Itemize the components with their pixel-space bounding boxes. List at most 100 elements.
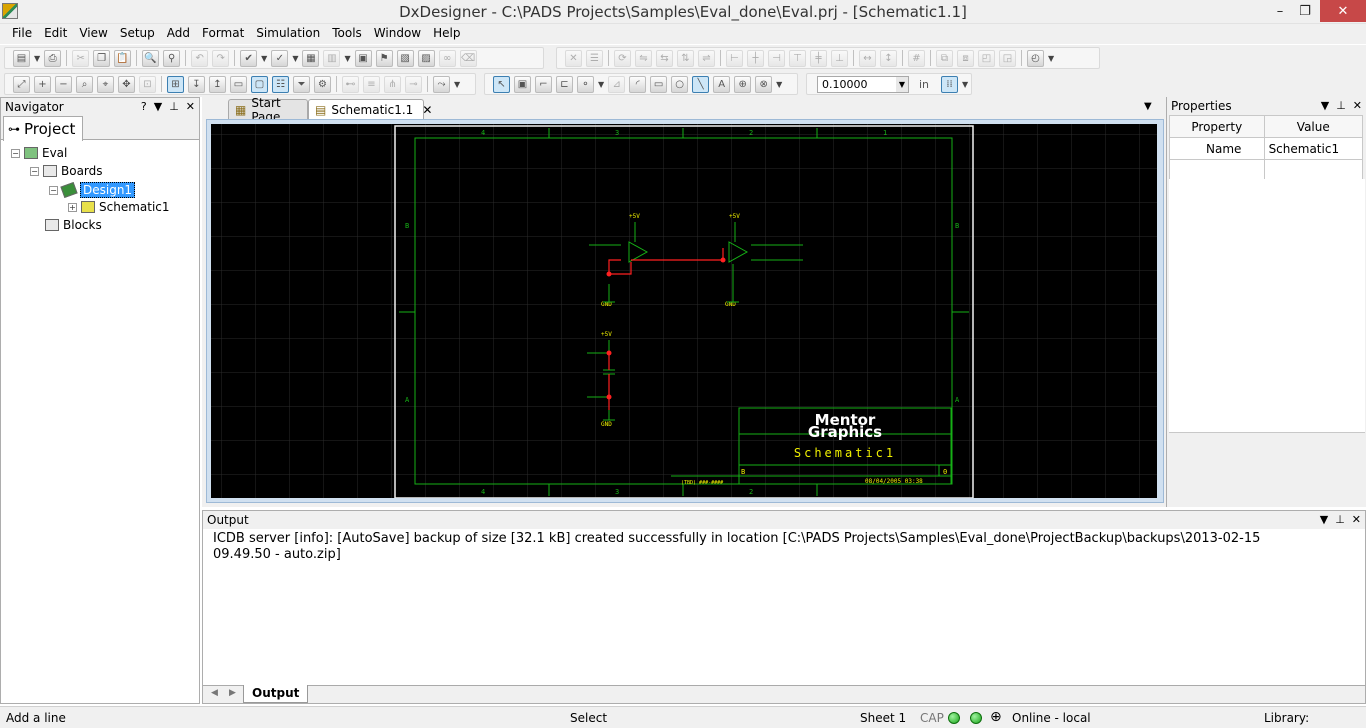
history-icon[interactable]: ◴: [1027, 49, 1044, 67]
netname-dropdown-icon[interactable]: ▼: [598, 80, 604, 89]
add-component-icon[interactable]: ▣: [514, 75, 531, 93]
tab-schematic[interactable]: ▤ Schematic1.1 ✕: [308, 99, 432, 119]
tab-output[interactable]: Output: [243, 685, 309, 703]
verify-dropdown-icon[interactable]: ▼: [292, 54, 298, 63]
menu-format[interactable]: Format: [196, 24, 250, 44]
align-bottom-icon[interactable]: ⊥: [831, 49, 848, 67]
new-dropdown-icon[interactable]: ▼: [34, 54, 40, 63]
collapse-icon[interactable]: −: [30, 166, 39, 176]
align-center-icon[interactable]: ┼: [747, 49, 764, 67]
find-icon[interactable]: 🔍: [142, 49, 160, 67]
collapse-icon[interactable]: −: [11, 148, 20, 158]
undo-icon[interactable]: ↶: [191, 49, 209, 67]
space-v-icon[interactable]: ↕: [880, 49, 897, 67]
circle-icon[interactable]: ○: [671, 75, 689, 93]
help-icon[interactable]: ?: [141, 100, 147, 113]
pane-menu-icon[interactable]: ▼: [1320, 513, 1328, 526]
copy-icon[interactable]: ❐: [93, 49, 111, 67]
schematic-drawing[interactable]: 4 3 2 1 4 3 2 B A B A +5V +5V GND GND +5…: [211, 124, 1157, 498]
rectangle-icon[interactable]: ▭: [650, 75, 668, 93]
pin-icon[interactable]: ⊥: [1336, 99, 1346, 112]
filter-icon[interactable]: ⏷: [293, 75, 310, 93]
flip-icon[interactable]: ⇋: [635, 49, 652, 67]
column-header-value[interactable]: Value: [1263, 115, 1364, 138]
pan-icon[interactable]: ✥: [118, 75, 135, 93]
pane-close-icon[interactable]: ✕: [1353, 99, 1362, 112]
hierarchy-icon[interactable]: ⊞: [167, 75, 184, 93]
space-h-icon[interactable]: ↔: [859, 49, 876, 67]
zoom-prev-icon[interactable]: ⌖: [97, 75, 114, 93]
menu-window[interactable]: Window: [368, 24, 427, 44]
align-left-icon[interactable]: ⊢: [726, 49, 743, 67]
route-icon[interactable]: ⤳: [433, 75, 450, 93]
mirror-icon[interactable]: ⇆: [656, 49, 673, 67]
tree-node-schematic1[interactable]: + Schematic1: [68, 200, 170, 214]
connector-icon[interactable]: ⊸: [405, 75, 422, 93]
menu-edit[interactable]: Edit: [38, 24, 73, 44]
add-net-icon[interactable]: ⌐: [535, 75, 552, 93]
menu-tools[interactable]: Tools: [326, 24, 368, 44]
text-icon[interactable]: A: [713, 75, 731, 93]
verify-icon[interactable]: ✓: [271, 49, 289, 67]
front-icon[interactable]: ◰: [978, 49, 995, 67]
tab-close-icon[interactable]: ✕: [422, 103, 432, 117]
tab-list-dropdown-icon[interactable]: ▼: [1144, 101, 1152, 112]
history-dropdown-icon[interactable]: ▼: [1048, 54, 1054, 63]
push-icon[interactable]: ↧: [188, 75, 205, 93]
align-icon[interactable]: ⇅: [677, 49, 694, 67]
table-row[interactable]: Name Schematic1: [1169, 137, 1364, 160]
back-icon[interactable]: ◲: [999, 49, 1016, 67]
menu-setup[interactable]: Setup: [114, 24, 161, 44]
binoculars-icon[interactable]: ⚲: [163, 49, 181, 67]
print-icon[interactable]: ⎙: [44, 49, 62, 67]
zoom-in-icon[interactable]: +: [34, 75, 51, 93]
tree-node-blocks[interactable]: Blocks: [45, 218, 102, 232]
ripper-icon[interactable]: ⋔: [384, 75, 401, 93]
route-dropdown-icon[interactable]: ▼: [454, 80, 460, 89]
menu-view[interactable]: View: [73, 24, 113, 44]
add-pin-icon[interactable]: ⊕: [734, 75, 752, 93]
pin-icon[interactable]: ⊥: [1335, 513, 1345, 526]
image-icon[interactable]: ▣: [354, 49, 372, 67]
netlist-icon[interactable]: ▨: [417, 49, 435, 67]
align-right-icon[interactable]: ⊣: [768, 49, 785, 67]
pane-close-icon[interactable]: ✕: [1352, 513, 1361, 526]
paste-icon[interactable]: 📋: [114, 49, 132, 67]
zoom-sel-icon[interactable]: ⊡: [139, 75, 156, 93]
check-icon[interactable]: ✔: [240, 49, 258, 67]
menu-file[interactable]: File: [6, 24, 38, 44]
bus-icon[interactable]: ≡: [363, 75, 380, 93]
select-pointer-icon[interactable]: ↖: [493, 75, 510, 93]
symbol-icon[interactable]: ▢: [251, 75, 268, 93]
add-ripper-icon[interactable]: ⊿: [608, 75, 626, 93]
restore-button[interactable]: ❐: [1290, 0, 1320, 22]
properties-toggle-icon[interactable]: ⚙: [314, 75, 331, 93]
tree-node-eval[interactable]: − Eval: [11, 146, 67, 160]
scroll-right-icon[interactable]: ▶: [229, 688, 236, 698]
grid-snap-icon[interactable]: #: [908, 49, 925, 67]
column-header-property[interactable]: Property: [1169, 115, 1265, 138]
zoom-fit-icon[interactable]: ⤢: [13, 75, 30, 93]
navigator-toggle-icon[interactable]: ☷: [272, 75, 289, 93]
cut-icon[interactable]: ✂: [72, 49, 90, 67]
pane-close-icon[interactable]: ✕: [186, 100, 195, 113]
flag-icon[interactable]: ⚑: [375, 49, 393, 67]
tab-start-page[interactable]: ▦ Start Page: [228, 96, 308, 124]
new-icon[interactable]: ▤: [13, 49, 30, 67]
properties-icon[interactable]: ☰: [586, 49, 603, 67]
tree-node-design1[interactable]: − Design1: [49, 181, 136, 199]
block-dropdown-icon[interactable]: ▼: [776, 80, 782, 89]
distribute-icon[interactable]: ⇌: [698, 49, 715, 67]
grid-display-icon[interactable]: ⁞⁞: [941, 75, 959, 93]
pane-menu-icon[interactable]: ▼: [1321, 99, 1329, 112]
pop-icon[interactable]: ↥: [209, 75, 226, 93]
tree-node-boards[interactable]: − Boards: [30, 164, 103, 178]
zoom-out-icon[interactable]: −: [55, 75, 72, 93]
sheet-icon[interactable]: ▭: [230, 75, 247, 93]
net-icon[interactable]: ⊷: [342, 75, 359, 93]
chevron-down-icon[interactable]: ▼: [896, 76, 908, 92]
table-dropdown-icon[interactable]: ▼: [344, 54, 350, 63]
pane-menu-icon[interactable]: ▼: [154, 100, 162, 113]
book-icon[interactable]: ▧: [396, 49, 414, 67]
delete-icon[interactable]: ✕: [565, 49, 582, 67]
